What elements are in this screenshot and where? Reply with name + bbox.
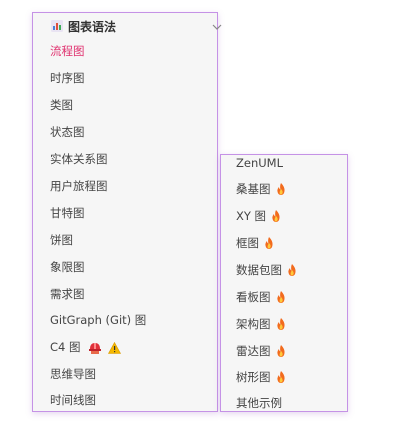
menu-item-requirement[interactable]: 需求图 — [50, 284, 85, 304]
menu-item-quadrant[interactable]: 象限图 — [50, 257, 85, 277]
submenu-item-label: 桑基图 — [236, 182, 271, 196]
menu-header[interactable]: 图表语法 — [51, 16, 223, 36]
menu-item-c4[interactable]: C4 图 — [50, 337, 121, 357]
menu-item-gitgraph[interactable]: GitGraph (Git) 图 — [50, 310, 146, 330]
menu-item-label: 状态图 — [50, 125, 85, 139]
menu-item-label: 时间线图 — [50, 393, 96, 407]
menu-item-state[interactable]: 状态图 — [50, 122, 85, 142]
submenu-item-xy[interactable]: XY 图 — [236, 207, 281, 225]
menu-item-label: 时序图 — [50, 71, 85, 85]
menu-item-label: GitGraph (Git) 图 — [50, 313, 147, 327]
menu-header-title: 图表语法 — [68, 19, 117, 34]
chevron-down-icon[interactable] — [211, 21, 223, 33]
menu-item-class[interactable]: 类图 — [50, 95, 73, 115]
submenu-item-label: 数据包图 — [236, 263, 282, 277]
fire-icon — [276, 371, 285, 383]
menu-item-label: 需求图 — [50, 287, 85, 301]
submenu-item-packet[interactable]: 数据包图 — [236, 261, 297, 279]
menu-item-label: 象限图 — [50, 260, 85, 274]
submenu-item-kanban[interactable]: 看板图 — [236, 288, 286, 306]
menu-item-pie[interactable]: 饼图 — [50, 230, 73, 250]
menu-item-gantt[interactable]: 甘特图 — [50, 203, 85, 223]
diagram-syntax-menu: 图表语法 流程图 时序图 类图 状态图 实体关系图 用户旅程图 甘特图 饼图 象… — [32, 12, 223, 412]
menu-item-timeline[interactable]: 时间线图 — [50, 390, 96, 410]
submenu-item-label: 架构图 — [236, 317, 271, 331]
menu-item-label: 类图 — [50, 98, 73, 112]
more-diagrams-submenu: ZenUML 桑基图 XY 图 框图 数据包图 看板图 架构图 雷达图 树形图 … — [220, 154, 348, 412]
menu-item-label: 实体关系图 — [50, 152, 108, 166]
submenu-item-label: 看板图 — [236, 290, 271, 304]
menu-item-label: 流程图 — [50, 44, 85, 58]
menu-item-flowchart[interactable]: 流程图 — [50, 41, 85, 61]
submenu-item-label: 其他示例 — [236, 396, 282, 410]
bar-chart-icon — [51, 20, 63, 32]
construction-worker-icon — [89, 342, 102, 354]
menu-item-label: C4 图 — [50, 340, 81, 354]
submenu-item-label: 框图 — [236, 236, 259, 250]
menu-item-label: 思维导图 — [50, 367, 96, 381]
warning-icon — [107, 341, 121, 354]
menu-item-label: 甘特图 — [50, 206, 85, 220]
menu-item-er[interactable]: 实体关系图 — [50, 149, 108, 169]
submenu-item-radar[interactable]: 雷达图 — [236, 342, 286, 360]
submenu-item-zenuml[interactable]: ZenUML — [236, 154, 283, 172]
fire-icon — [265, 237, 273, 249]
menu-item-sequence[interactable]: 时序图 — [50, 68, 85, 88]
submenu-item-sankey[interactable]: 桑基图 — [236, 180, 286, 198]
submenu-item-treemap[interactable]: 树形图 — [236, 368, 286, 386]
fire-icon — [276, 291, 285, 303]
submenu-item-label: 雷达图 — [236, 344, 271, 358]
fire-icon — [276, 345, 285, 357]
menu-item-user-journey[interactable]: 用户旅程图 — [50, 176, 108, 196]
fire-icon — [276, 183, 285, 195]
submenu-item-other-examples[interactable]: 其他示例 — [236, 394, 282, 412]
submenu-item-block[interactable]: 框图 — [236, 234, 274, 252]
fire-icon — [272, 210, 280, 222]
submenu-item-label: ZenUML — [236, 156, 283, 170]
submenu-item-architecture[interactable]: 架构图 — [236, 315, 286, 333]
menu-item-label: 饼图 — [50, 233, 73, 247]
fire-icon — [288, 264, 296, 276]
submenu-item-label: 树形图 — [236, 370, 271, 384]
menu-item-label: 用户旅程图 — [50, 179, 108, 193]
menu-item-mindmap[interactable]: 思维导图 — [50, 364, 96, 384]
submenu-item-label: XY 图 — [236, 209, 267, 223]
fire-icon — [276, 318, 285, 330]
